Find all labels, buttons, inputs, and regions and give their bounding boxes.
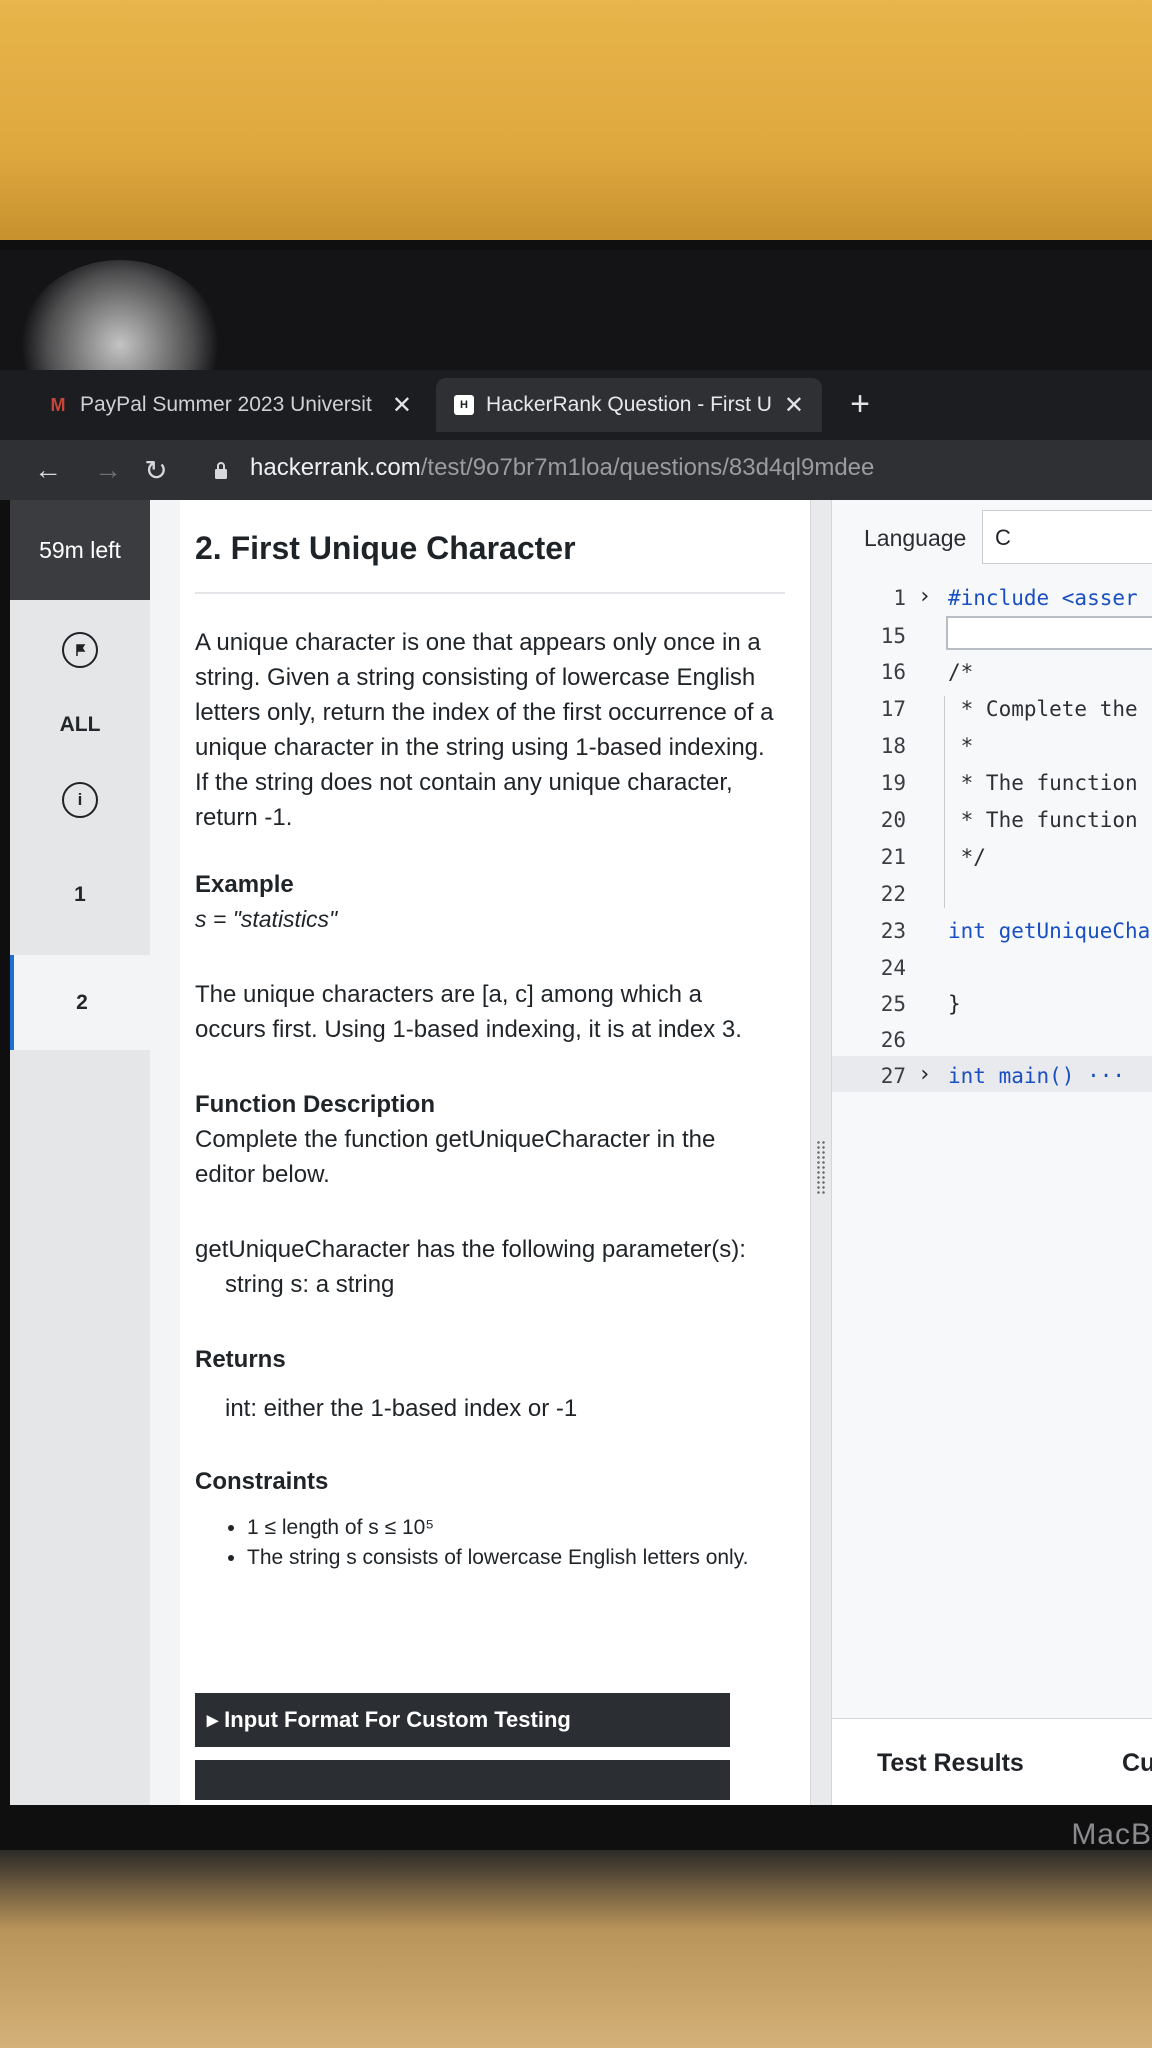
forward-arrow-icon[interactable]: →	[88, 450, 128, 490]
code-line: 18 *	[880, 734, 974, 758]
url-host: hackerrank.com	[250, 454, 421, 481]
code-line: 20 * The function	[880, 808, 1138, 832]
example-heading: Example	[195, 871, 294, 898]
tab-custom-input[interactable]: Cu	[1122, 1749, 1152, 1778]
code-line: 24	[880, 956, 906, 980]
browser-tab-paypal[interactable]: M PayPal Summer 2023 Universit ✕	[30, 378, 430, 432]
returns-text: int: either the 1-based index or -1	[225, 1395, 578, 1422]
url-input[interactable]: hackerrank.com/test/9o7br7m1loa/question…	[250, 454, 874, 482]
code-line: 15	[832, 616, 1152, 652]
problem-title: 2. First Unique Character	[195, 530, 576, 566]
sidebar-item-info[interactable]: i	[10, 755, 150, 845]
code-line: 27 › int main() ···	[832, 1056, 1152, 1092]
fold-arrow-icon[interactable]: ›	[918, 584, 931, 609]
constraints-heading: Constraints	[195, 1468, 329, 1495]
parameters-intro: getUniqueCharacter has the following par…	[195, 1236, 746, 1263]
code-line: 25 }	[880, 992, 961, 1016]
input-format-accordion[interactable]: ▸ Input Format For Custom Testing	[195, 1693, 730, 1747]
browser-tab-hackerrank[interactable]: H HackerRank Question - First U ✕	[436, 378, 822, 432]
language-select[interactable]: C	[982, 510, 1152, 564]
code-line: 22	[880, 882, 906, 906]
language-label: Language	[864, 525, 967, 551]
returns-heading: Returns	[195, 1346, 286, 1373]
problem-body: A unique character is one that appears o…	[195, 625, 775, 1573]
sidebar-item-question-1[interactable]: 1	[10, 850, 150, 940]
hackerrank-page: 59m left ALL i 1 2 2. First Unique Chara…	[10, 500, 1152, 1805]
constraints-list: 1 ≤ length of s ≤ 10⁵ The string s consi…	[195, 1513, 775, 1573]
laptop-brand-label: MacB	[1071, 1818, 1152, 1851]
results-bar: Test Results Cu	[832, 1718, 1152, 1805]
hackerrank-icon: H	[454, 395, 474, 415]
function-description-heading: Function Description	[195, 1091, 435, 1118]
new-tab-button[interactable]: +	[840, 384, 880, 424]
background-wall	[0, 0, 1152, 250]
browser-tab-bar: M PayPal Summer 2023 Universit ✕ H Hacke…	[0, 370, 1152, 440]
question-sidebar: ALL i 1 2	[10, 600, 150, 1805]
code-editor-panel: Language C 1 › #include <asser 15 16 /* …	[832, 500, 1152, 1805]
fold-arrow-icon[interactable]: ›	[918, 1062, 931, 1087]
info-icon: i	[62, 782, 98, 818]
time-remaining: 59m left	[10, 500, 150, 600]
cursor-line-box[interactable]	[946, 616, 1152, 650]
url-path: /test/9o7br7m1loa/questions/83d4ql9mdee	[420, 454, 875, 481]
code-line: 26	[880, 1028, 906, 1052]
code-line: 1 › #include <asser	[893, 584, 1138, 610]
code-line: 21 */	[880, 845, 986, 869]
panel-splitter[interactable]	[810, 500, 832, 1805]
sidebar-item-question-2[interactable]: 2	[10, 955, 150, 1050]
title-divider	[195, 592, 785, 594]
parameter-item: string s: a string	[225, 1271, 395, 1298]
code-line: 23 int getUniqueCha	[880, 919, 1151, 943]
example-input: s = "statistics"	[195, 906, 338, 932]
function-description-text: Complete the function getUniqueCharacter…	[195, 1126, 716, 1188]
back-arrow-icon[interactable]: ←	[28, 450, 68, 490]
gmail-icon: M	[50, 394, 66, 415]
tab-test-results[interactable]: Test Results	[877, 1749, 1024, 1778]
code-line: 16 /*	[880, 660, 974, 684]
next-accordion[interactable]	[195, 1760, 730, 1800]
problem-statement-panel: 2. First Unique Character A unique chara…	[180, 500, 810, 1805]
code-line: 17 * Complete the	[880, 697, 1138, 721]
reload-icon[interactable]: ↻	[136, 450, 176, 490]
constraint-item: 1 ≤ length of s ≤ 10⁵	[247, 1513, 775, 1543]
tab-title: PayPal Summer 2023 Universit	[80, 393, 372, 416]
laptop-base	[0, 1850, 1152, 2048]
constraint-item: The string s consists of lowercase Engli…	[247, 1543, 775, 1573]
drag-handle-icon[interactable]	[816, 1140, 826, 1196]
flag-icon	[62, 632, 98, 668]
tab-title: HackerRank Question - First U	[486, 393, 772, 416]
problem-description: A unique character is one that appears o…	[195, 629, 774, 831]
code-line: 19 * The function	[880, 771, 1138, 795]
example-explanation: The unique characters are [a, c] among w…	[195, 981, 742, 1043]
close-icon[interactable]: ✕	[784, 391, 804, 420]
close-icon[interactable]: ✕	[392, 391, 412, 420]
browser-address-bar: ← → ↻ hackerrank.com/test/9o7br7m1loa/qu…	[0, 440, 1152, 500]
lock-icon	[215, 462, 227, 479]
